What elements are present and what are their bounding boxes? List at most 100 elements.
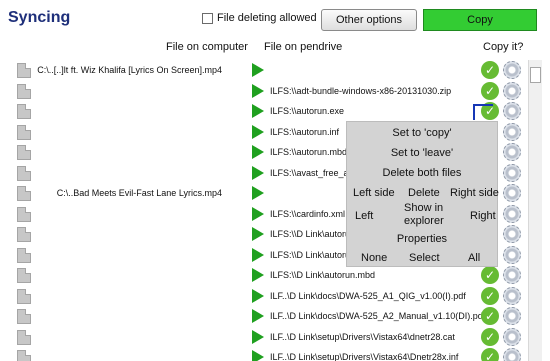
copy-check-icon[interactable]: ✓ [481,348,499,361]
copy-check-icon[interactable]: ✓ [481,307,499,325]
menu-select-all[interactable]: All [468,252,480,264]
column-header-pendrive: File on pendrive [264,41,343,53]
file-icon [17,63,31,78]
gear-icon[interactable] [503,204,521,223]
menu-set-leave[interactable]: Set to 'leave' [347,147,497,159]
menu-show-left[interactable]: Left [355,210,373,222]
gear-icon[interactable] [503,143,521,161]
file-row[interactable]: ILF..\D Link\setup\Drivers\Vistax64\dnet… [0,327,528,348]
file-icon [17,288,31,304]
toolbar: Syncing File deleting allowed Other opti… [0,0,550,36]
file-icon [17,350,31,361]
gear-icon[interactable] [503,81,521,100]
pendrive-file-path: ILFS:\\D Link\autorun [270,249,356,260]
menu-explorer-label: explorer [404,215,444,227]
file-row[interactable]: ILFS:\\adt-bundle-windows-x86-20131030.z… [0,81,528,102]
gear-icon[interactable] [503,266,521,284]
context-menu: Set to 'copy' Set to 'leave' Delete both… [346,121,499,267]
gear-icon[interactable] [503,184,521,202]
pendrive-file-path: ILFS:\\cardinfo.xml [270,208,346,219]
menu-delete-both[interactable]: Delete both files [347,167,497,179]
computer-file-path: C:\..[..]lt ft. Wiz Khalifa [Lyrics On S… [37,65,222,75]
file-icon [17,145,31,160]
page-title: Syncing [8,9,71,26]
menu-show-right[interactable]: Right [470,210,496,222]
copy-arrow-icon[interactable] [252,186,264,200]
gear-icon[interactable] [503,61,521,79]
gear-icon[interactable] [503,348,521,361]
menu-delete-right-side[interactable]: Right side [450,187,499,199]
selection-marker [473,104,493,120]
pendrive-file-path: ILFS:\\D Link\autorun.mbd [270,270,376,280]
pendrive-file-path: ILFS:\\adt-bundle-windows-x86-20131030.z… [270,85,452,96]
file-icon [17,104,31,119]
file-row[interactable]: ILF..\D Link\docs\DWA-525_A1_QIG_v1.00(I… [0,286,528,307]
gear-icon[interactable] [503,307,521,325]
copy-arrow-icon[interactable] [252,350,264,361]
pendrive-file-path: ILFS:\\avast_free_a [270,167,349,178]
copy-arrow-icon[interactable] [252,206,264,221]
copy-arrow-icon[interactable] [252,309,264,323]
column-header-copy: Copy it? [483,41,524,53]
file-row[interactable]: ILF..\D Link\docs\DWA-525_A2_Manual_v1.1… [0,306,528,327]
copy-arrow-icon[interactable] [252,83,264,98]
file-icon [17,329,31,345]
file-icon [17,227,31,242]
copy-arrow-icon[interactable] [252,145,264,159]
file-icon [17,186,31,201]
gear-icon[interactable] [503,102,521,120]
vertical-scrollbar[interactable] [528,60,542,361]
menu-select-none[interactable]: None [361,252,387,264]
pendrive-file-path: ILF..\D Link\docs\DWA-525_A1_QIG_v1.00(I… [270,290,466,301]
copy-arrow-icon[interactable] [252,288,264,303]
menu-set-copy[interactable]: Set to 'copy' [347,127,497,139]
file-deleting-label: File deleting allowed [217,12,317,24]
pendrive-file-path: ILFS:\\autorun.exe [270,106,345,116]
pendrive-file-path: ILFS:\\autorun.inf [270,126,340,137]
menu-properties[interactable]: Properties [347,233,497,245]
pendrive-file-path: ILF..\D Link\setup\Drivers\Vistax64\Dnet… [270,352,459,361]
file-row[interactable]: ILFS:\\autorun.exe ✓ [0,101,528,122]
copy-check-icon[interactable]: ✓ [481,327,499,346]
gear-icon[interactable] [503,327,521,346]
copy-check-icon[interactable]: ✓ [481,266,499,284]
copy-arrow-icon[interactable] [252,227,264,241]
file-icon [17,83,31,99]
copy-check-icon[interactable]: ✓ [481,61,499,79]
scrollbar-thumb[interactable] [530,67,541,83]
file-row[interactable]: ILFS:\\D Link\autorun.mbd ✓ [0,265,528,286]
column-header-computer: File on computer [166,41,248,53]
copy-arrow-icon[interactable] [252,329,264,344]
copy-arrow-icon[interactable] [252,124,264,139]
file-icon [17,247,31,263]
menu-delete-left-side[interactable]: Left side [353,187,395,199]
copy-button[interactable]: Copy [423,9,537,31]
file-icon [17,268,31,283]
file-deleting-option[interactable]: File deleting allowed [202,12,317,24]
computer-file-path: C:\..Bad Meets Evil-Fast Lane Lyrics.mp4 [56,188,222,198]
copy-arrow-icon[interactable] [252,165,264,180]
file-deleting-checkbox[interactable] [202,12,213,24]
pendrive-file-path: ILF..\D Link\setup\Drivers\Vistax64\dnet… [270,331,455,342]
pendrive-file-path: ILFS:\\D Link\autorun [270,229,356,239]
copy-arrow-icon[interactable] [252,268,264,282]
file-row[interactable]: ILF..\D Link\setup\Drivers\Vistax64\Dnet… [0,347,528,361]
gear-icon[interactable] [503,245,521,264]
menu-delete: Delete [408,187,440,199]
copy-check-icon[interactable]: ✓ [481,286,499,305]
gear-icon[interactable] [503,286,521,305]
gear-icon[interactable] [503,122,521,141]
menu-show-in-label: Show in [404,202,444,214]
file-row[interactable]: C:\..[..]lt ft. Wiz Khalifa [Lyrics On S… [0,60,528,81]
copy-arrow-icon[interactable] [252,247,264,262]
menu-select-label: Select [409,252,440,264]
copy-check-icon[interactable]: ✓ [481,81,499,100]
file-icon [17,206,31,222]
gear-icon[interactable] [503,163,521,182]
copy-arrow-icon[interactable] [252,104,264,118]
gear-icon[interactable] [503,225,521,243]
file-icon [17,124,31,140]
copy-arrow-icon[interactable] [252,63,264,77]
file-icon [17,309,31,324]
other-options-button[interactable]: Other options [321,9,417,31]
